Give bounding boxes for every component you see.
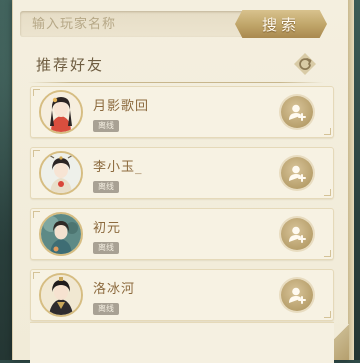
add-friend-button[interactable] [281, 157, 313, 189]
friend-name: 洛冰河 [93, 282, 136, 297]
friend-row: 初元 离线 [30, 208, 334, 260]
avatar[interactable] [39, 90, 83, 134]
friend-row: 李小玉_ 离线 [30, 147, 334, 199]
avatar[interactable] [39, 151, 83, 195]
section-divider [28, 82, 324, 83]
friend-row: 月影歌回 离线 [30, 86, 334, 138]
status-badge: 离线 [93, 181, 119, 193]
avatar[interactable] [39, 212, 83, 256]
partial-friend-row [30, 322, 334, 363]
avatar[interactable] [39, 273, 83, 317]
add-friend-button[interactable] [281, 218, 313, 250]
friend-name: 初元 [93, 221, 122, 236]
add-friend-icon [289, 165, 306, 182]
character-portrait-icon [41, 153, 81, 193]
friend-row: 洛冰河 离线 [30, 269, 334, 321]
add-friend-icon [289, 104, 306, 121]
search-bar: 搜索 [20, 10, 327, 40]
status-badge: 离线 [93, 120, 119, 132]
status-badge: 离线 [93, 303, 119, 315]
add-friend-button[interactable] [281, 279, 313, 311]
section-title: 推荐好友 [36, 56, 105, 74]
character-portrait-icon [41, 275, 81, 315]
status-badge: 离线 [93, 242, 119, 254]
friend-name: 李小玉_ [93, 160, 143, 175]
friend-name: 月影歌回 [93, 99, 150, 114]
add-friend-icon [289, 226, 306, 243]
refresh-button[interactable] [292, 53, 318, 75]
character-portrait-icon [41, 92, 81, 132]
player-search-input[interactable] [20, 11, 250, 37]
panel-edge [348, 0, 354, 360]
refresh-icon [299, 58, 312, 70]
add-friend-button[interactable] [281, 96, 313, 128]
search-button[interactable]: 搜索 [235, 10, 327, 38]
character-portrait-icon [41, 214, 81, 254]
recommended-friend-list: 月影歌回 离线 李小玉_ 离线 初元 离线 洛冰河 离线 [30, 86, 334, 330]
add-friend-icon [289, 287, 306, 304]
